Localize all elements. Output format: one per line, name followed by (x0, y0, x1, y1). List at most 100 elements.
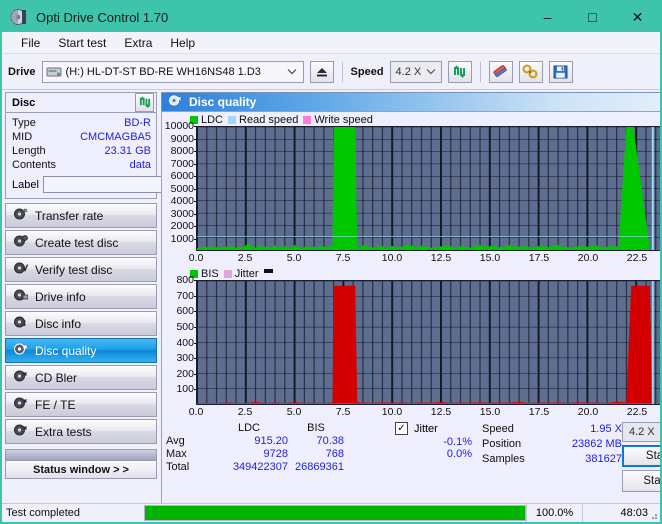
error-stats: LDC BIS Avg 915.20 70.38 Max 9728 768 To… (166, 422, 344, 493)
refresh-icon (138, 96, 151, 109)
chevron-down-icon (287, 66, 297, 78)
disc-panel-title: Disc (12, 96, 36, 109)
ldc-chart: LDC Read speed Write speed 1000 2000 3000 4… (164, 113, 660, 265)
y-tick-label: 100 (176, 383, 197, 396)
sidebar-item-verify-test-disc[interactable]: Verify test disc (5, 257, 157, 282)
status-window-button[interactable]: Status window > > (5, 460, 157, 479)
stats-row-label: Max (166, 448, 187, 460)
menu-extra[interactable]: Extra (115, 34, 161, 52)
x-tick-label: 10.0 (381, 406, 403, 418)
x-tick-label: 10.0 (381, 252, 403, 264)
disc-panel: Disc Type BD-R MID CMCMAGBA5 Length 23.3… (5, 92, 246, 199)
resize-grip[interactable] (648, 510, 658, 520)
menu-help[interactable]: Help (161, 34, 204, 52)
toolbar-separator-2 (479, 61, 481, 82)
x-tick-label: 0.0 (188, 252, 204, 264)
disc-value: BD-R (124, 117, 151, 129)
disc-test-icon (13, 396, 28, 413)
status-divider (5, 449, 157, 460)
disc-test-icon (13, 234, 28, 251)
ldc-legend: LDC Read speed Write speed (164, 113, 660, 126)
speed-position-stats: Speed 1.95 X Position 23862 MB Samples 3… (482, 422, 622, 493)
legend-label: Read speed (239, 113, 299, 126)
tools-button[interactable] (518, 60, 543, 83)
title-bar: Opti Drive Control 1.70 – □ ✕ (2, 2, 660, 32)
x-tick-label: 20.0 (577, 406, 599, 418)
window-controls: – □ ✕ (525, 2, 660, 32)
y-tick-label: 200 (176, 367, 197, 380)
start-full-button[interactable]: Start full (622, 445, 660, 467)
y-tick-label: 10000 (164, 120, 198, 132)
legend-swatch (303, 115, 312, 124)
sidebar-item-drive-info[interactable]: Drive info (5, 284, 157, 309)
disc-properties: Type BD-R MID CMCMAGBA5 Length 23.31 GB … (6, 113, 246, 198)
main-body: Disc Type BD-R MID CMCMAGBA5 Length 23.3… (2, 90, 660, 522)
close-button[interactable]: ✕ (615, 2, 660, 32)
legend-write-speed: Write speed (303, 114, 373, 126)
y-tick-label: 400 (176, 336, 197, 349)
sidebar-item-transfer-rate[interactable]: Transfer rate (5, 203, 157, 228)
content-pane: Disc quality LDC Read speed Write speed … (160, 90, 660, 522)
drive-select[interactable]: (H:) HL-DT-ST BD-RE WH16NS48 1.D3 (41, 60, 304, 83)
charts-container: LDC Read speed Write speed 1000 2000 3000 4… (161, 111, 660, 522)
app-window: Opti Drive Control 1.70 – □ ✕ File Start… (0, 0, 662, 524)
samples-value: 381627 (585, 453, 622, 465)
disc-test-icon (13, 207, 28, 224)
disc-info-icon (13, 288, 29, 305)
jitter-checkbox[interactable]: ✓ (395, 422, 408, 435)
sidebar-item-label: Transfer rate (35, 208, 104, 223)
position-value: 23862 MB (571, 438, 622, 450)
x-tick-label: 5.0 (286, 406, 302, 418)
stats-cell: 70.38 (316, 435, 344, 447)
y-tick-label: 8000 (170, 145, 198, 157)
save-button[interactable] (548, 60, 573, 83)
disc-info-icon (13, 315, 28, 332)
sidebar-item-extra-tests[interactable]: Extra tests (5, 419, 157, 444)
x-tick-label: 22.5 (626, 406, 648, 418)
speed-select[interactable]: 4.2 X (389, 60, 442, 83)
x-tick-label: 2.5 (237, 406, 253, 418)
eject-button[interactable] (309, 60, 334, 83)
speed-row: Speed 1.95 X (482, 422, 622, 437)
sidebar-item-disc-info[interactable]: Disc info (5, 311, 157, 336)
sidebar-item-label: Drive info (35, 289, 86, 304)
erase-button[interactable] (488, 60, 513, 83)
stats-col-bis: BIS (307, 422, 325, 434)
progress-fill (145, 506, 525, 520)
minimize-button[interactable]: – (525, 2, 570, 32)
sidebar-item-disc-quality[interactable]: Disc quality (5, 338, 157, 363)
stats-col-ldc: LDC (237, 422, 260, 434)
chevron-down-icon (426, 66, 436, 78)
start-part-button[interactable]: Start part (622, 470, 660, 492)
stats-row-label: Avg (166, 435, 185, 447)
jitter-label: Jitter (414, 422, 438, 435)
sidebar-item-cd-bler[interactable]: CD Bler (5, 365, 157, 390)
x-tick-label: 7.5 (335, 252, 351, 264)
window-title: Opti Drive Control 1.70 (36, 9, 169, 25)
legend-read-speed: Read speed (228, 114, 298, 126)
drive-toolbar: Drive (H:) HL-DT-ST BD-RE WH16NS48 1.D3 … (2, 54, 660, 90)
jitter-avg-value: -0.1% (443, 436, 472, 448)
sidebar-item-fe-te[interactable]: FE / TE (5, 392, 157, 417)
disc-value: data (129, 159, 151, 171)
y-tick-label: 4000 (170, 195, 198, 207)
stats-cell: 26869361 (295, 461, 344, 473)
menu-start-test[interactable]: Start test (49, 34, 115, 52)
jitter-header: ✓ Jitter (352, 422, 472, 435)
stats-cell: 915.20 (254, 435, 288, 447)
disc-refresh-button[interactable] (135, 93, 154, 112)
progress-bar (144, 505, 526, 521)
eject-icon (316, 67, 327, 76)
menu-file[interactable]: File (12, 34, 49, 52)
y-tick-label: 300 (176, 352, 197, 365)
disc-test-icon (13, 423, 28, 440)
test-speed-select[interactable]: 4.2 X (622, 422, 660, 442)
stats-corner (166, 422, 210, 434)
x-tick-label: 7.5 (335, 406, 351, 418)
sidebar-item-label: Verify test disc (35, 262, 113, 277)
drive-label: Drive (8, 65, 36, 78)
maximize-button[interactable]: □ (570, 2, 615, 32)
sidebar-item-create-test-disc[interactable]: Create test disc (5, 230, 157, 255)
menu-bar: File Start test Extra Help (2, 32, 660, 54)
refresh-button[interactable] (447, 60, 472, 83)
